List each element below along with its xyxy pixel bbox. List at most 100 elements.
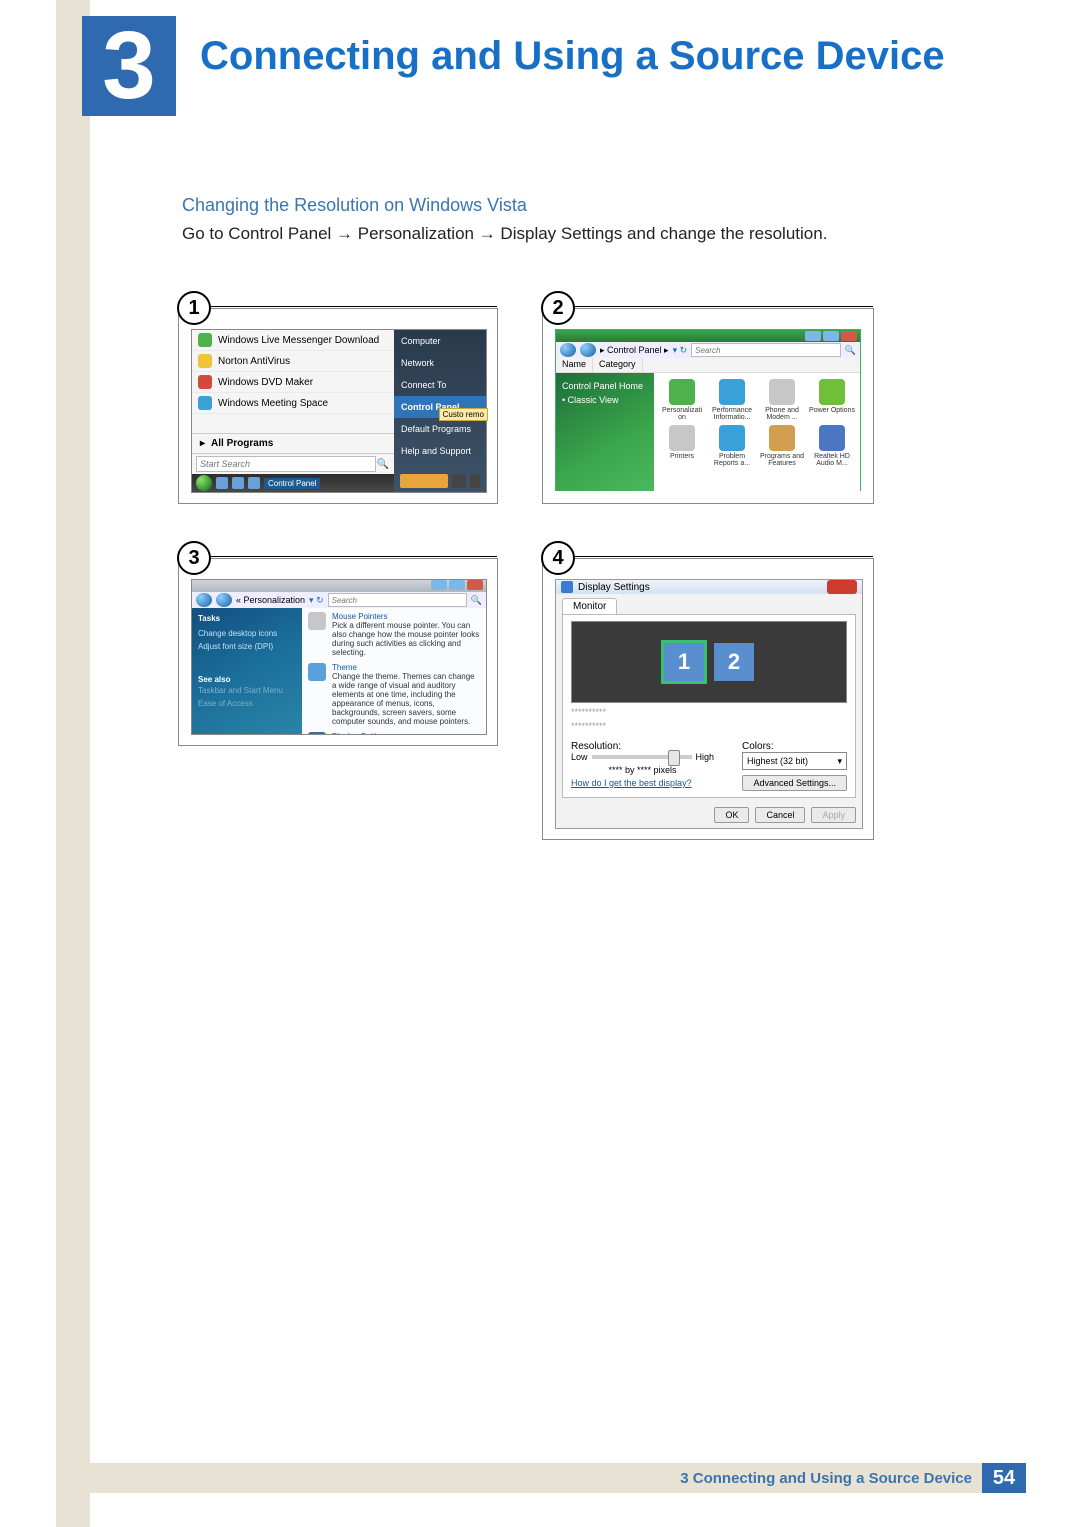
see-also-heading: See also xyxy=(198,675,296,684)
breadcrumb[interactable]: ▸ Control Panel ▸ xyxy=(600,345,669,356)
control-panel-item[interactable]: Problem Reports a... xyxy=(708,425,756,467)
chapter-number-box: 3 xyxy=(82,16,176,116)
program-label: Windows DVD Maker xyxy=(218,377,313,388)
ok-button[interactable]: OK xyxy=(714,807,749,823)
start-menu-right-item[interactable]: Default Programs xyxy=(394,418,486,440)
close-button[interactable] xyxy=(841,331,857,341)
tab-monitor[interactable]: Monitor xyxy=(562,598,617,614)
chevron-right-icon: ▸ xyxy=(200,438,205,449)
maximize-button[interactable] xyxy=(823,331,839,341)
applet-icon xyxy=(669,379,695,405)
applet-label: Power Options xyxy=(809,407,855,414)
monitor-preview[interactable]: 1 2 xyxy=(571,621,847,703)
applet-icon xyxy=(719,379,745,405)
colors-label: Colors: xyxy=(742,741,847,752)
applet-label: Personalizati on xyxy=(658,407,706,421)
start-menu-right-item[interactable]: Help and Support xyxy=(394,440,486,462)
figure-4-display-settings: 4 Display Settings Monitor 1 2 *********… xyxy=(542,558,874,840)
sidebar-link-classic[interactable]: Classic View xyxy=(562,393,648,407)
task-link[interactable]: Change desktop icons xyxy=(198,627,296,640)
nav-forward-icon[interactable] xyxy=(580,343,596,357)
program-label: Windows Meeting Space xyxy=(218,398,328,409)
program-label: Windows Live Messenger Download xyxy=(218,335,379,346)
control-panel-item[interactable]: Performance Informatio... xyxy=(708,379,756,421)
start-search-input[interactable] xyxy=(196,456,376,472)
personalization-option[interactable]: Display SettingsAdjust your monitor reso… xyxy=(308,732,480,734)
applet-label: Performance Informatio... xyxy=(708,407,756,421)
start-menu-right-item[interactable]: Computer xyxy=(394,330,486,352)
taskbar-control-panel[interactable]: Control Panel xyxy=(264,478,320,489)
monitor-1[interactable]: 1 xyxy=(664,643,704,681)
control-panel-item[interactable]: Phone and Modem ... xyxy=(758,379,806,421)
lock-icon[interactable] xyxy=(452,474,466,488)
figure-2-control-panel: 2 ▸ Control Panel ▸ ▾ ↻ 🔍 Name xyxy=(542,308,874,504)
resolution-slider[interactable] xyxy=(592,755,692,759)
nav-forward-icon[interactable] xyxy=(216,593,232,607)
search-icon[interactable]: 🔍 xyxy=(471,595,482,606)
taskbar-icon[interactable] xyxy=(216,477,228,489)
shutdown-options-icon[interactable] xyxy=(470,474,480,488)
see-also-link[interactable]: Taskbar and Start Menu xyxy=(198,684,296,697)
refresh-icon[interactable]: ▾ ↻ xyxy=(673,345,688,356)
figure-badge-4: 4 xyxy=(541,541,575,575)
page-footer: 3 Connecting and Using a Source Device 5… xyxy=(56,1463,1026,1493)
start-menu-item[interactable]: Windows DVD Maker xyxy=(192,372,394,393)
monitor-2[interactable]: 2 xyxy=(714,643,754,681)
minimize-button[interactable] xyxy=(431,580,447,590)
start-menu-right-item[interactable]: Network xyxy=(394,352,486,374)
start-menu-item[interactable]: Windows Live Messenger Download xyxy=(192,330,394,351)
start-menu-item[interactable]: Windows Meeting Space xyxy=(192,393,394,414)
section-body: Go to Control Panel → Personalization → … xyxy=(182,224,827,244)
close-button[interactable] xyxy=(467,580,483,590)
advanced-button[interactable]: Advanced Settings... xyxy=(742,775,847,791)
minimize-button[interactable] xyxy=(805,331,821,341)
apply-button[interactable]: Apply xyxy=(811,807,856,823)
footer-label: 3 Connecting and Using a Source Device xyxy=(56,1463,982,1493)
search-input[interactable] xyxy=(328,593,467,607)
option-icon xyxy=(308,663,326,681)
control-panel-item[interactable]: Personalizati on xyxy=(658,379,706,421)
maximize-button[interactable] xyxy=(449,580,465,590)
task-link[interactable]: Adjust font size (DPI) xyxy=(198,640,296,653)
control-panel-item[interactable]: Realtek HD Audio M... xyxy=(808,425,856,467)
cancel-button[interactable]: Cancel xyxy=(755,807,805,823)
breadcrumb[interactable]: « Personalization xyxy=(236,595,305,605)
applet-label: Phone and Modem ... xyxy=(758,407,806,421)
personalization-option[interactable]: ThemeChange the theme. Themes can change… xyxy=(308,663,480,726)
figure-3-personalization: 3 « Personalization ▾ ↻ 🔍 xyxy=(178,558,498,746)
search-icon[interactable]: 🔍 xyxy=(845,345,856,356)
control-panel-item[interactable]: Printers xyxy=(658,425,706,467)
see-also-link[interactable]: Ease of Access xyxy=(198,697,296,710)
nav-back-icon[interactable] xyxy=(560,343,576,357)
nav-back-icon[interactable] xyxy=(196,593,212,607)
refresh-icon[interactable]: ▾ ↻ xyxy=(309,595,324,606)
sidebar-link-home[interactable]: Control Panel Home xyxy=(562,379,648,393)
dialog-title: Display Settings xyxy=(578,582,650,593)
help-link[interactable]: How do I get the best display? xyxy=(571,778,692,788)
close-button[interactable] xyxy=(827,580,857,594)
personalization-option[interactable]: Mouse PointersPick a different mouse poi… xyxy=(308,612,480,657)
applet-icon xyxy=(819,379,845,405)
colors-select[interactable]: Highest (32 bit) ▾ xyxy=(742,752,847,770)
program-icon xyxy=(198,354,212,368)
option-heading: Display Settings xyxy=(332,732,389,734)
start-menu-right-item[interactable]: Connect To xyxy=(394,374,486,396)
figure-badge-1: 1 xyxy=(177,291,211,325)
column-category[interactable]: Category xyxy=(593,358,643,372)
power-button[interactable] xyxy=(400,474,448,488)
resolution-label: Resolution: xyxy=(571,741,714,752)
control-panel-item[interactable]: Power Options xyxy=(808,379,856,421)
start-menu-item[interactable]: Norton AntiVirus xyxy=(192,351,394,372)
taskbar-icon[interactable] xyxy=(232,477,244,489)
slider-high: High xyxy=(696,752,715,762)
start-orb-icon[interactable] xyxy=(196,475,212,491)
all-programs[interactable]: ▸ All Programs xyxy=(192,433,394,453)
column-name[interactable]: Name xyxy=(556,358,593,372)
control-panel-item[interactable]: Programs and Features xyxy=(758,425,806,467)
program-label: Norton AntiVirus xyxy=(218,356,290,367)
search-input[interactable] xyxy=(691,343,841,357)
slider-low: Low xyxy=(571,752,588,762)
monitor-name: ********** xyxy=(571,707,847,717)
taskbar-icon[interactable] xyxy=(248,477,260,489)
search-icon[interactable]: 🔍 xyxy=(376,457,390,471)
